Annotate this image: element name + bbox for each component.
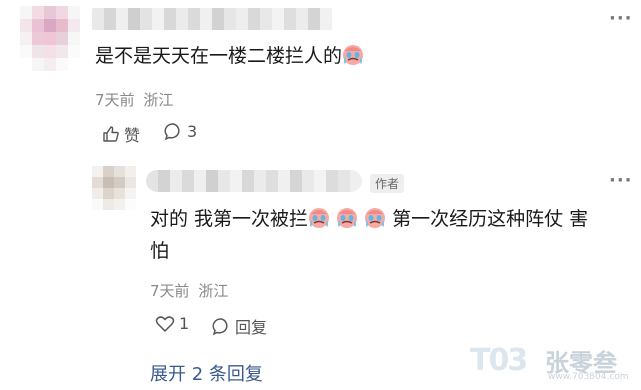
username-blurred[interactable] (92, 8, 332, 30)
crying-face-emoji (343, 45, 364, 65)
reply-more-options-icon[interactable]: ··· (609, 172, 633, 190)
reply-location: 浙江 (198, 282, 229, 300)
reply-meta: 7天前 浙江 (150, 280, 228, 301)
reply-text-part-c: 怕 (150, 240, 170, 262)
crying-face-emoji (365, 208, 386, 228)
reply-like-count: 1 (179, 314, 190, 333)
reply-text-part-b: 第一次经历这种阵仗 害 (386, 208, 589, 230)
comment-text: 是不是天天在一楼二楼拦人的 (95, 40, 364, 72)
comment-bubble-icon (164, 123, 180, 141)
heart-icon (155, 315, 175, 332)
like-button[interactable]: 赞 (102, 122, 140, 146)
expand-replies-link[interactable]: 展开 2 条回复 (150, 360, 263, 386)
thumbs-up-icon (103, 126, 119, 142)
reply-like-button[interactable]: 1 (155, 314, 189, 333)
crying-face-emoji (337, 208, 358, 228)
reply-count: 3 (187, 122, 198, 141)
reply-count-button[interactable]: 3 (164, 122, 197, 141)
reply-text-part-a: 对的 我第一次被拦 (150, 208, 309, 230)
comment-bubble-icon (212, 317, 228, 335)
watermark-url: www.703804.com (548, 372, 629, 382)
comment-text-body: 是不是天天在一楼二楼拦人的 (95, 45, 343, 67)
watermark-logo: T03 (470, 343, 528, 378)
comment-location: 浙江 (143, 91, 174, 109)
more-options-icon[interactable]: ··· (609, 10, 633, 28)
comment-time: 7天前 (95, 91, 135, 109)
crying-face-emoji (309, 208, 330, 228)
author-avatar[interactable] (92, 166, 136, 210)
reply-time: 7天前 (150, 282, 190, 300)
reply-text: 对的 我第一次被拦 第一次经历这种阵仗 害怕 (150, 203, 630, 267)
comment-meta: 7天前 浙江 (95, 89, 173, 110)
author-badge: 作者 (370, 174, 405, 193)
avatar[interactable] (20, 6, 80, 72)
reply-reply-label: 回复 (235, 318, 268, 337)
author-name-blurred[interactable] (146, 170, 362, 192)
like-label: 赞 (124, 126, 141, 145)
reply-reply-button[interactable]: 回复 (212, 314, 267, 338)
